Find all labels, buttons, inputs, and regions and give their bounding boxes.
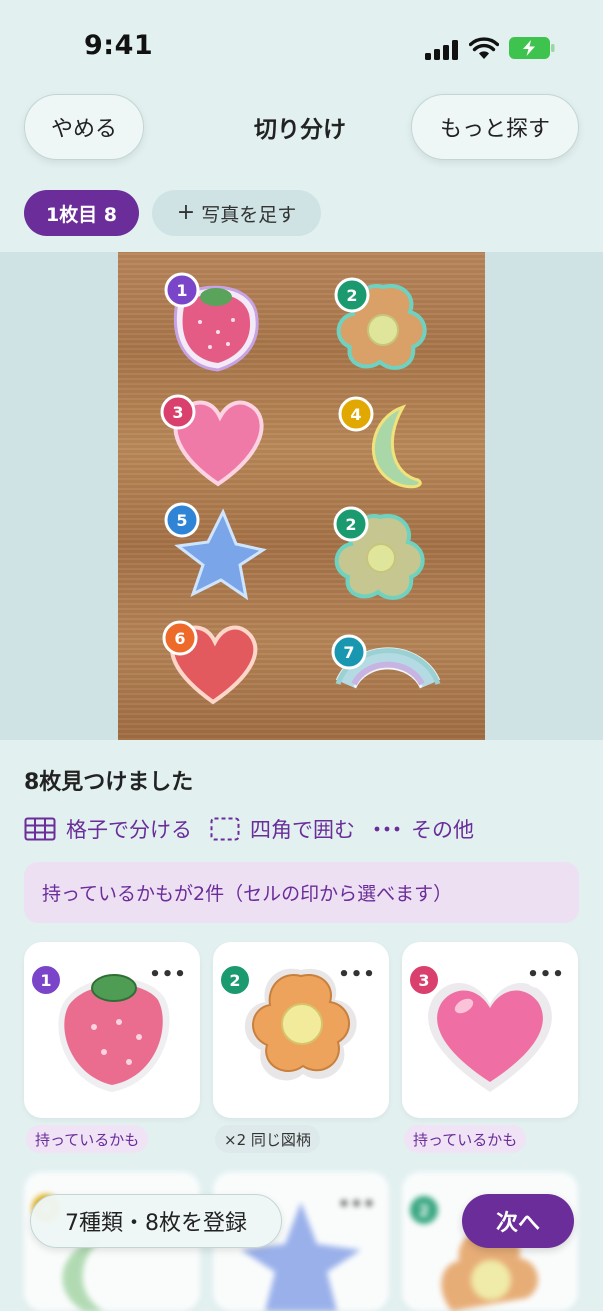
marker-5: 5	[164, 502, 200, 538]
register-button[interactable]: 7種類・8枚を登録	[30, 1194, 282, 1248]
card-number-badge: 1	[30, 964, 62, 996]
add-photo-button[interactable]: + 写真を足す	[152, 190, 321, 236]
wifi-icon	[469, 37, 499, 59]
marker-3: 3	[160, 394, 196, 430]
split-tools: 格子で分ける 四角で囲む その他	[24, 812, 492, 846]
photo-stickers: 1 2 3 4 5 2 6 7	[160, 272, 441, 705]
next-button[interactable]: 次へ	[462, 1194, 574, 1248]
card-number-badge: 3	[408, 964, 440, 996]
marker-2a: 2	[334, 277, 370, 313]
quit-button[interactable]: やめる	[24, 94, 144, 160]
found-count-heading: 8枚見つけました	[24, 770, 194, 795]
card-menu-button[interactable]: •••	[335, 1190, 379, 1218]
svg-text:2: 2	[345, 515, 356, 534]
other-tools-button[interactable]: その他	[373, 814, 474, 844]
rect-select-button[interactable]: 四角で囲む	[210, 814, 355, 844]
svg-text:5: 5	[176, 511, 187, 530]
grid-split-button[interactable]: 格子で分ける	[24, 814, 192, 844]
svg-text:6: 6	[174, 629, 185, 648]
card-menu-button[interactable]: •••	[146, 960, 190, 988]
svg-text:2: 2	[346, 286, 357, 305]
battery-charging-icon	[509, 37, 555, 59]
dashed-rect-icon	[210, 817, 240, 841]
marker-1: 1	[164, 272, 200, 308]
marker-7: 7	[331, 634, 367, 670]
sticker-moon[interactable]	[371, 404, 422, 489]
card-number-badge: 2	[219, 964, 251, 996]
grid-icon	[24, 817, 56, 841]
duplicate-info-banner: 持っているかもが2件（セルの印から選べます）	[24, 862, 579, 923]
svg-text:3: 3	[172, 403, 183, 422]
card-flower[interactable]: 2 •••	[213, 942, 389, 1118]
card-menu-button[interactable]: •••	[524, 960, 568, 988]
more-dots-icon	[374, 826, 400, 832]
plus-icon: +	[176, 200, 196, 225]
svg-text:1: 1	[176, 281, 187, 300]
svg-text:7: 7	[343, 643, 354, 662]
signal-icon	[425, 40, 458, 60]
grid-split-label: 格子で分ける	[66, 818, 192, 842]
rect-select-label: 四角で囲む	[250, 818, 355, 842]
add-photo-label: 写真を足す	[201, 203, 297, 226]
same-pattern-tag: ×2 同じ図柄	[215, 1125, 320, 1153]
photo-chip-1[interactable]: 1枚目 8	[24, 190, 139, 236]
status-bar: 9:41	[0, 0, 603, 90]
marker-4: 4	[338, 396, 374, 432]
marker-2b: 2	[333, 506, 369, 542]
card-strawberry[interactable]: 1 •••	[24, 942, 200, 1118]
source-photo[interactable]: 1 2 3 4 5 2 6 7	[118, 252, 485, 740]
card-menu-button[interactable]: •••	[335, 960, 379, 988]
marker-6: 6	[162, 620, 198, 656]
page-title: 切り分け	[254, 117, 346, 143]
card-heart[interactable]: 3 •••	[402, 942, 578, 1118]
maybe-owned-tag: 持っているかも	[404, 1125, 527, 1153]
card-number-badge: 2	[408, 1194, 440, 1226]
svg-text:4: 4	[350, 405, 361, 424]
find-more-button[interactable]: もっと探す	[411, 94, 579, 160]
clock: 9:41	[84, 30, 154, 61]
maybe-owned-tag: 持っているかも	[26, 1125, 149, 1153]
other-tools-label: その他	[411, 818, 474, 842]
